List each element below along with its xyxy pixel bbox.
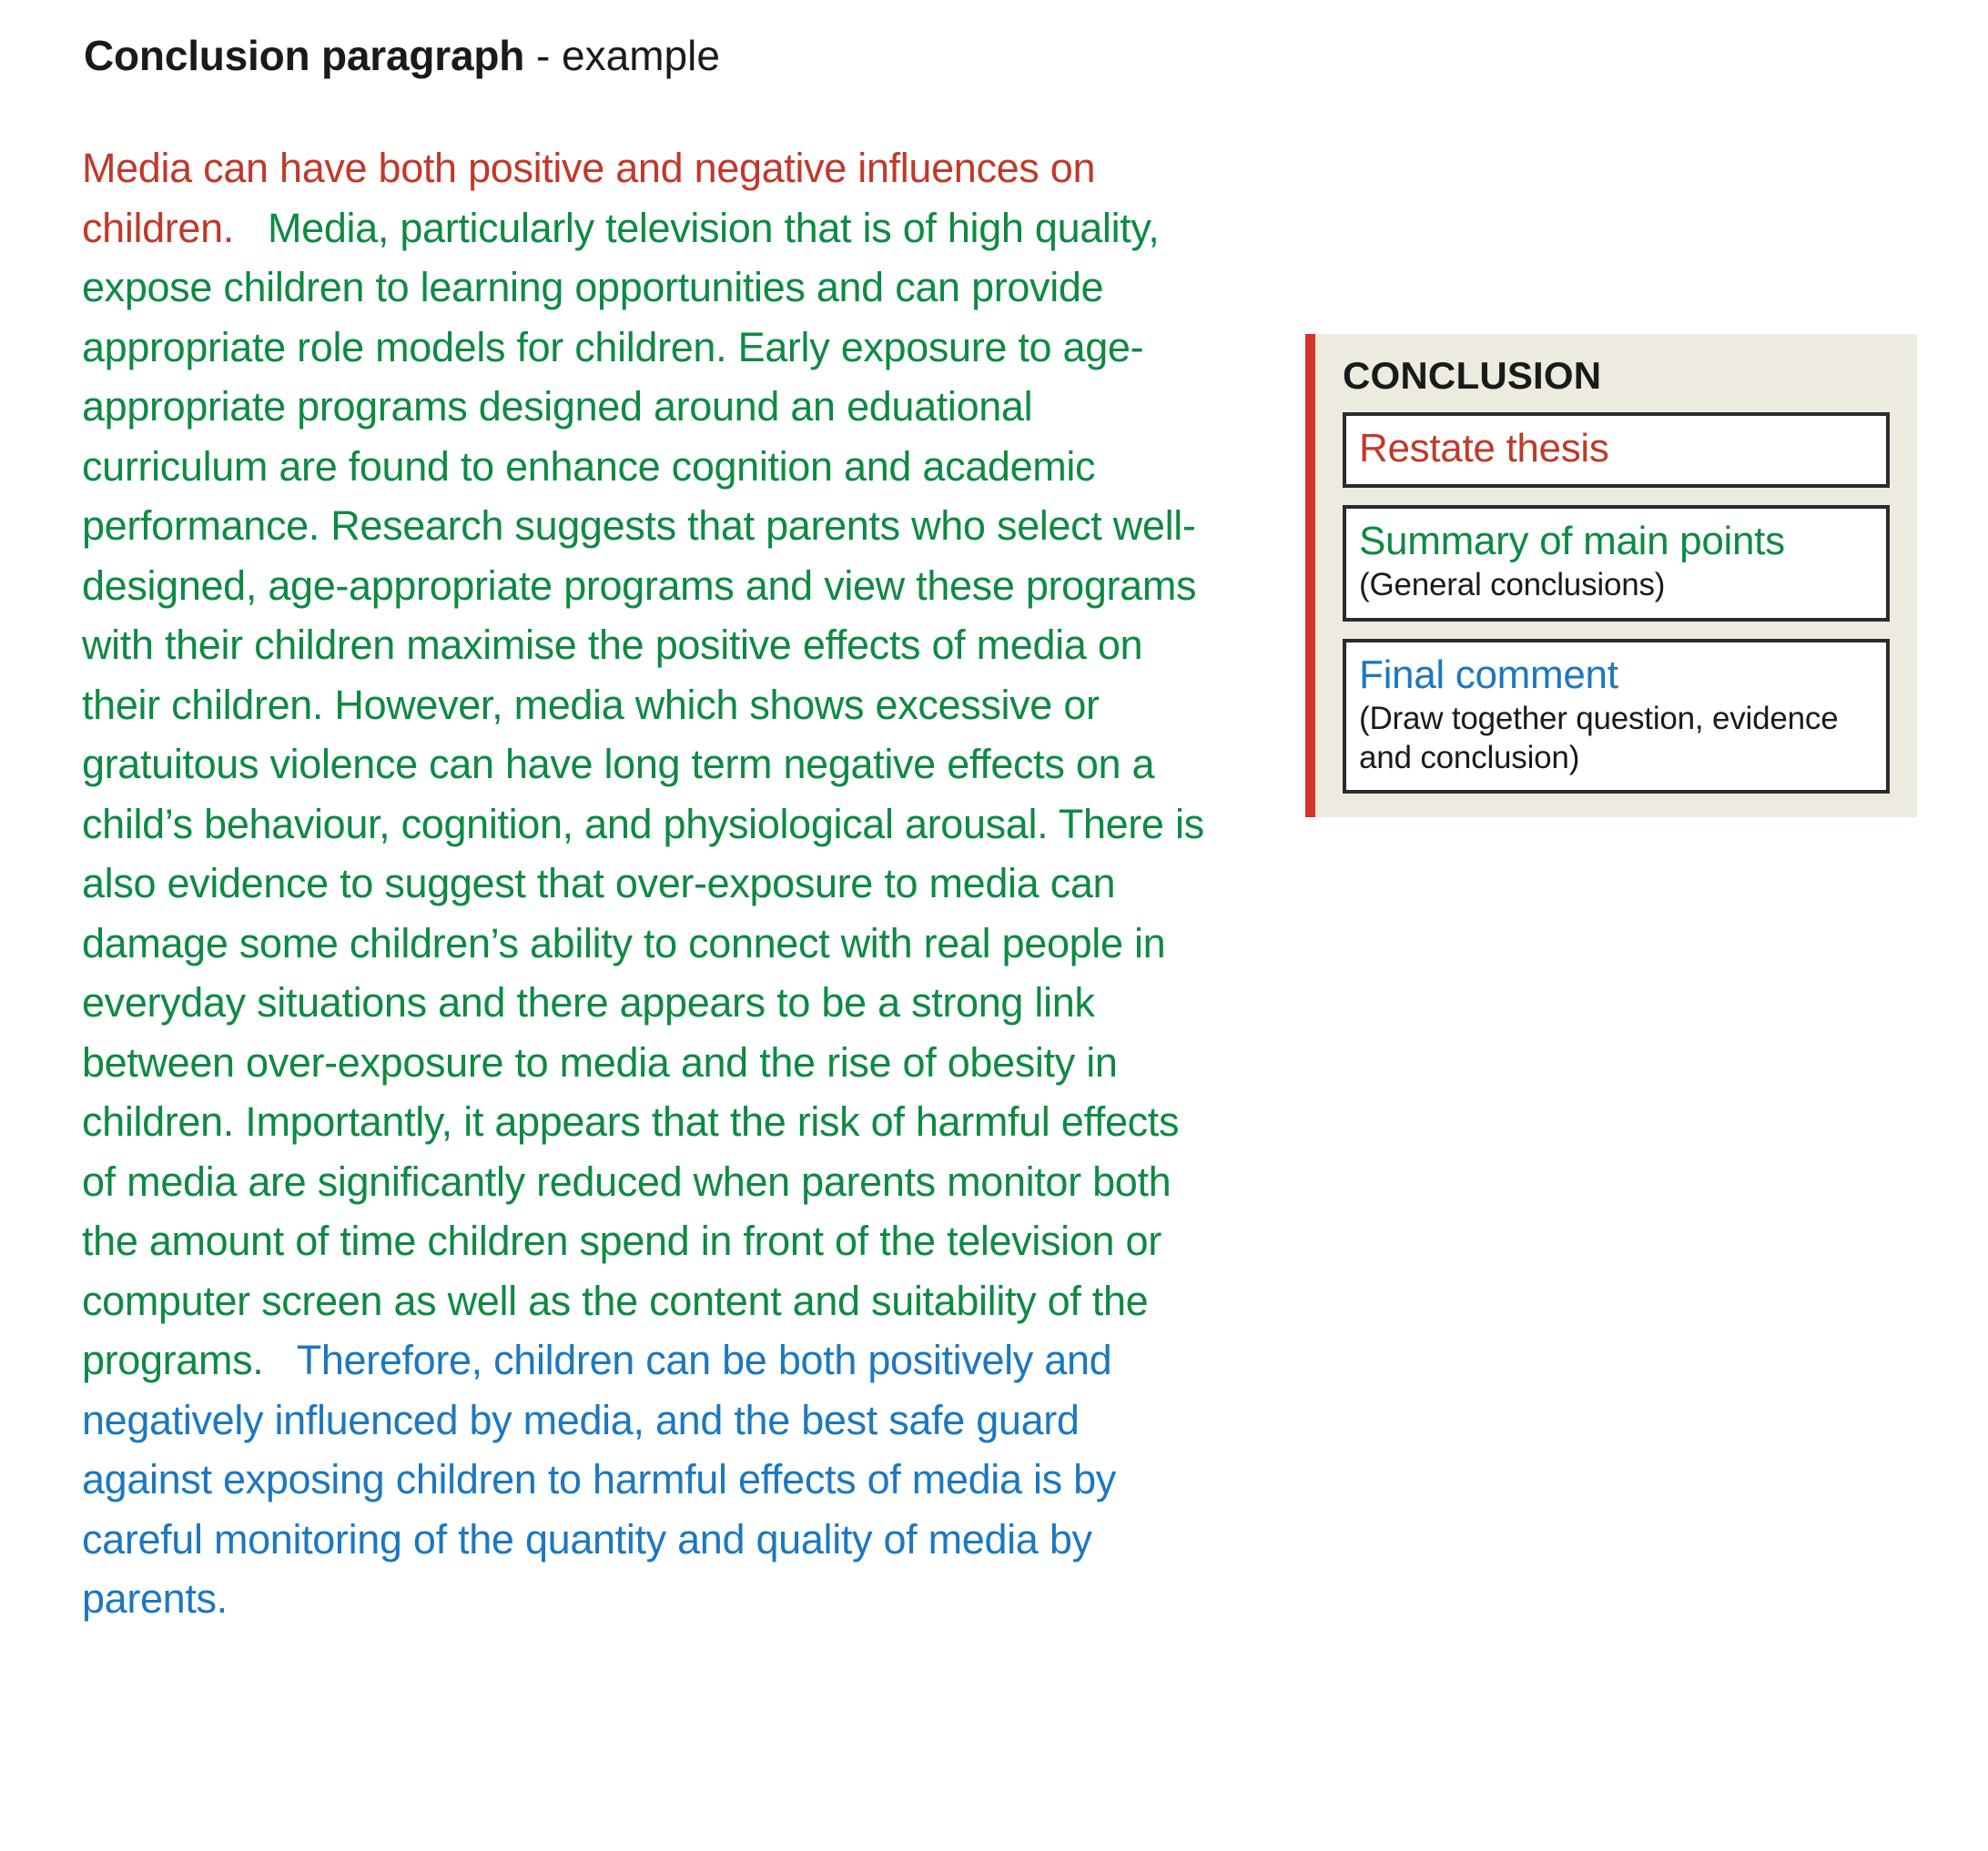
callout-box-title: Final comment — [1359, 652, 1618, 698]
callout-box-summary-of-main-points: Summary of main points (General conclusi… — [1343, 505, 1890, 622]
page-title-main: Conclusion paragraph — [84, 32, 525, 79]
callout-box-final-comment: Final comment (Draw together question, e… — [1343, 639, 1890, 794]
callout-box-note: (General conclusions) — [1359, 567, 1666, 603]
example-paragraph: Media can have both positive and negativ… — [82, 138, 1211, 1629]
paragraph-space-2 — [275, 1337, 297, 1383]
conclusion-structure-callout: CONCLUSION Restate thesis Summary of mai… — [1305, 334, 1917, 818]
page-title-sub: - example — [524, 32, 720, 79]
page-title: Conclusion paragraph - example — [84, 31, 720, 81]
callout-box-restate-thesis: Restate thesis — [1343, 412, 1890, 489]
callout-box-note: (Draw together question, evidence and co… — [1359, 701, 1839, 775]
callout-title: CONCLUSION — [1343, 354, 1602, 397]
callout-box-title: Restate thesis — [1359, 426, 1609, 471]
paragraph-space-1 — [245, 205, 268, 251]
document-page: Conclusion paragraph - example Media can… — [0, 0, 1988, 1851]
callout-box-title: Summary of main points — [1359, 519, 1785, 564]
paragraph-segment-summary-of-main-points: Media, particularly television that is o… — [82, 204, 1204, 1384]
